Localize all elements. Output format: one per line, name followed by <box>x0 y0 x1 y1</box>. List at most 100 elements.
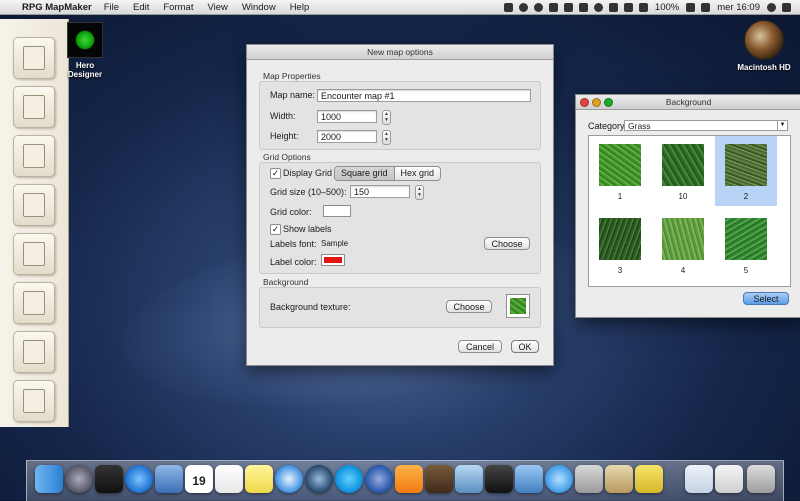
ok-button[interactable]: OK <box>511 340 539 353</box>
app-store-icon[interactable] <box>125 465 153 493</box>
tool-barrel-button[interactable] <box>13 135 55 177</box>
width-stepper[interactable]: ▲ ▼ <box>382 110 391 125</box>
width-input[interactable]: 1000 <box>317 110 377 123</box>
hero-designer-icon <box>67 22 103 58</box>
vlc-icon[interactable] <box>395 465 423 493</box>
menu-edit[interactable]: Edit <box>133 2 149 13</box>
notification-center-icon[interactable] <box>782 3 791 12</box>
hex-grid-segment[interactable]: Hex grid <box>393 167 441 180</box>
menu-help[interactable]: Help <box>290 2 310 13</box>
grid-color-well[interactable] <box>323 205 351 217</box>
tool-grid-button[interactable] <box>13 380 55 422</box>
hero-designer-desktop-icon[interactable]: Hero Designer <box>64 22 106 79</box>
zoom-window-icon[interactable] <box>604 98 613 107</box>
texture-tile[interactable]: 4 <box>652 210 714 280</box>
evernote-icon[interactable] <box>548 3 558 12</box>
trash-icon[interactable] <box>747 465 775 493</box>
show-labels-checkbox[interactable]: ✓ <box>270 224 281 235</box>
choose-font-button[interactable]: Choose <box>484 237 530 250</box>
texture-tile-label: 5 <box>743 266 749 275</box>
quicktime-icon[interactable] <box>305 465 333 493</box>
reminders-icon[interactable] <box>215 465 243 493</box>
bluetooth-icon[interactable] <box>608 3 618 12</box>
minimize-window-icon[interactable] <box>592 98 601 107</box>
tool-chest-button[interactable] <box>13 86 55 128</box>
grid-size-label: Grid size (10–500): <box>270 187 347 197</box>
background-texture-label: Background texture: <box>270 302 351 312</box>
width-label: Width: <box>270 111 296 121</box>
texture-tile[interactable]: 5 <box>715 210 777 280</box>
scrapbook-icon[interactable] <box>605 465 633 493</box>
hd-label: Macintosh HD <box>737 63 791 72</box>
mission-control-icon[interactable] <box>95 465 123 493</box>
clock-status-icon[interactable] <box>593 3 603 12</box>
category-value: Grass <box>628 121 651 131</box>
tool-scroll-button[interactable] <box>13 184 55 226</box>
menu-view[interactable]: View <box>207 2 227 13</box>
height-stepper[interactable]: ▲ ▼ <box>382 130 391 145</box>
finder-icon[interactable] <box>35 465 63 493</box>
grass-texture-4 <box>662 218 704 260</box>
app-icon[interactable] <box>635 465 663 493</box>
grid-size-input[interactable]: 150 <box>350 185 410 198</box>
documents-icon[interactable] <box>715 465 743 493</box>
grid-size-stepper[interactable]: ▲ ▼ <box>415 185 424 200</box>
category-select[interactable]: Grass ▼ <box>624 120 788 131</box>
menu-file[interactable]: File <box>104 2 119 13</box>
photo-booth-icon[interactable] <box>425 465 453 493</box>
skype-icon[interactable] <box>335 465 363 493</box>
launchpad-icon[interactable] <box>65 465 93 493</box>
app-menu[interactable]: RPG MapMaker <box>22 2 92 13</box>
menu-clock[interactable]: mer 16:09 <box>717 2 760 13</box>
display-grid-checkbox[interactable]: ✓ <box>270 168 281 179</box>
tool-portrait-button[interactable] <box>13 37 55 79</box>
wifi-icon[interactable] <box>623 3 633 12</box>
xcode-icon[interactable] <box>515 465 543 493</box>
height-input[interactable]: 2000 <box>317 130 377 143</box>
macintosh-hd-desktop-icon[interactable]: Macintosh HD <box>732 20 796 72</box>
flag-icon[interactable] <box>701 3 711 12</box>
label-color-well[interactable] <box>321 254 345 266</box>
folder-icon[interactable] <box>685 465 713 493</box>
mail-icon[interactable] <box>575 465 603 493</box>
itunes-icon[interactable] <box>365 465 393 493</box>
calendar-icon[interactable]: 19 <box>185 465 213 493</box>
scroll-icon <box>23 193 45 217</box>
texture-tile[interactable]: 1 <box>589 136 651 206</box>
square-grid-segment[interactable]: Square grid <box>335 167 394 180</box>
choose-background-button[interactable]: Choose <box>446 300 492 313</box>
sync-icon[interactable] <box>533 3 543 12</box>
preview-icon[interactable] <box>155 465 183 493</box>
map-name-input[interactable]: Encounter map #1 <box>317 89 531 102</box>
tool-draw-button[interactable] <box>13 282 55 324</box>
texture-tile-selected[interactable]: 2 <box>715 136 777 206</box>
labels-font-label: Labels font: <box>270 239 317 249</box>
grid-options-heading: Grid Options <box>263 152 311 162</box>
battery-icon[interactable] <box>686 3 696 12</box>
texture-tile[interactable]: 3 <box>589 210 651 280</box>
menu-window[interactable]: Window <box>242 2 276 13</box>
iphoto-icon[interactable] <box>455 465 483 493</box>
close-window-icon[interactable] <box>580 98 589 107</box>
terminal-icon[interactable] <box>485 465 513 493</box>
time-machine-icon[interactable] <box>518 3 528 12</box>
tool-note-button[interactable] <box>13 331 55 373</box>
spotlight-icon[interactable] <box>767 3 776 12</box>
messages-icon[interactable] <box>545 465 573 493</box>
stickies-icon[interactable] <box>245 465 273 493</box>
tool-pen-button[interactable] <box>13 233 55 275</box>
menu-format[interactable]: Format <box>163 2 193 13</box>
note-icon <box>23 340 45 364</box>
texture-tile[interactable]: 10 <box>652 136 714 206</box>
select-button[interactable]: Select <box>743 292 789 305</box>
dropbox-icon[interactable] <box>503 3 513 12</box>
texture-tile-label: 2 <box>743 192 749 201</box>
battery-percent[interactable]: 100% <box>655 2 679 13</box>
tool-status-icon[interactable] <box>578 3 588 12</box>
volume-icon[interactable] <box>638 3 648 12</box>
app-status-icon[interactable] <box>563 3 573 12</box>
background-texture-preview[interactable] <box>506 294 530 318</box>
barrel-icon <box>23 144 45 168</box>
cancel-button[interactable]: Cancel <box>458 340 502 353</box>
safari-icon[interactable] <box>275 465 303 493</box>
